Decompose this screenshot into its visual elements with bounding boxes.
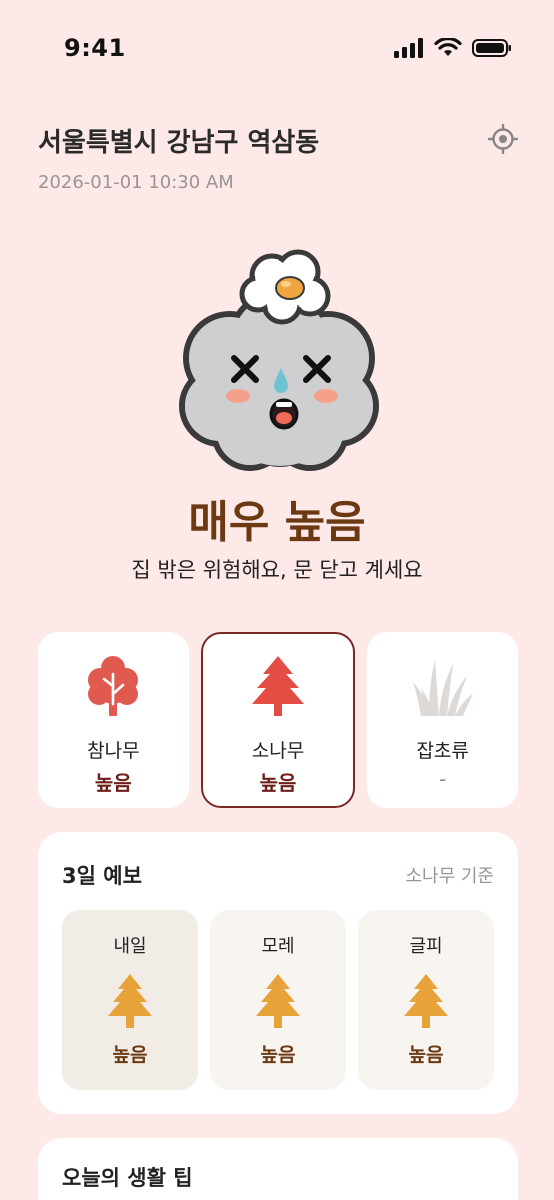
species-level: 높음: [94, 771, 132, 795]
forecast-day[interactable]: 글피 높음: [358, 910, 494, 1090]
forecast-title: 3일 예보: [62, 864, 142, 888]
species-level: 높음: [259, 771, 297, 795]
forecast-days: 내일 높음 모레 높음 글피 높음: [62, 910, 494, 1090]
cellular-signal-icon: [394, 38, 423, 58]
pine-tree-icon: [108, 974, 152, 1028]
forecast-card: 3일 예보 소나무 기준 내일 높음 모레 높음 글피 높음: [38, 832, 518, 1114]
battery-icon: [472, 39, 511, 57]
forecast-day-name: 내일: [113, 936, 147, 957]
wifi-icon: [434, 38, 462, 56]
forecast-day[interactable]: 내일 높음: [62, 910, 198, 1090]
dizzy-cloud-mascot-icon: [179, 249, 379, 471]
status-icons: [394, 38, 512, 58]
grass-icon: [412, 660, 473, 716]
species-level: -: [439, 767, 447, 791]
species-card-oak[interactable]: 참나무 높음: [38, 632, 189, 808]
species-cards: 참나무 높음 소나무 높음 잡초류 -: [38, 632, 519, 808]
life-tips-title: 오늘의 생활 팁: [62, 1166, 193, 1190]
forecast-level: 높음: [112, 1044, 148, 1066]
pine-tree-icon: [404, 974, 448, 1028]
species-name: 참나무: [87, 740, 140, 762]
species-name: 잡초류: [416, 740, 469, 762]
pollen-advice-text: 집 밖은 위험해요, 문 닫고 계세요: [131, 558, 423, 582]
species-name: 소나무: [251, 740, 305, 762]
life-tips-card[interactable]: 오늘의 생활 팁: [38, 1138, 518, 1200]
forecast-day[interactable]: 모레 높음: [210, 910, 346, 1090]
forecast-day-name: 글피: [409, 936, 443, 957]
forecast-level: 높음: [408, 1044, 444, 1066]
forecast-day-name: 모레: [261, 936, 295, 957]
forecast-level: 높음: [260, 1044, 296, 1066]
status-bar: 9:41: [0, 0, 554, 90]
species-card-weed[interactable]: 잡초류 -: [367, 632, 519, 808]
forecast-basis[interactable]: 소나무 기준: [405, 862, 494, 888]
species-card-pine[interactable]: 소나무 높음: [200, 632, 356, 808]
status-time: 9:41: [64, 34, 126, 62]
oak-tree-icon: [88, 656, 139, 716]
location-title: 서울특별시 강남구 역삼동: [38, 128, 320, 158]
pollen-level-title: 매우 높음: [188, 497, 366, 548]
measurement-datetime: 2026-01-01 10:30 AM: [38, 172, 234, 193]
pine-tree-icon: [252, 656, 304, 716]
current-location-icon[interactable]: [488, 124, 518, 154]
pine-tree-icon: [256, 974, 300, 1028]
